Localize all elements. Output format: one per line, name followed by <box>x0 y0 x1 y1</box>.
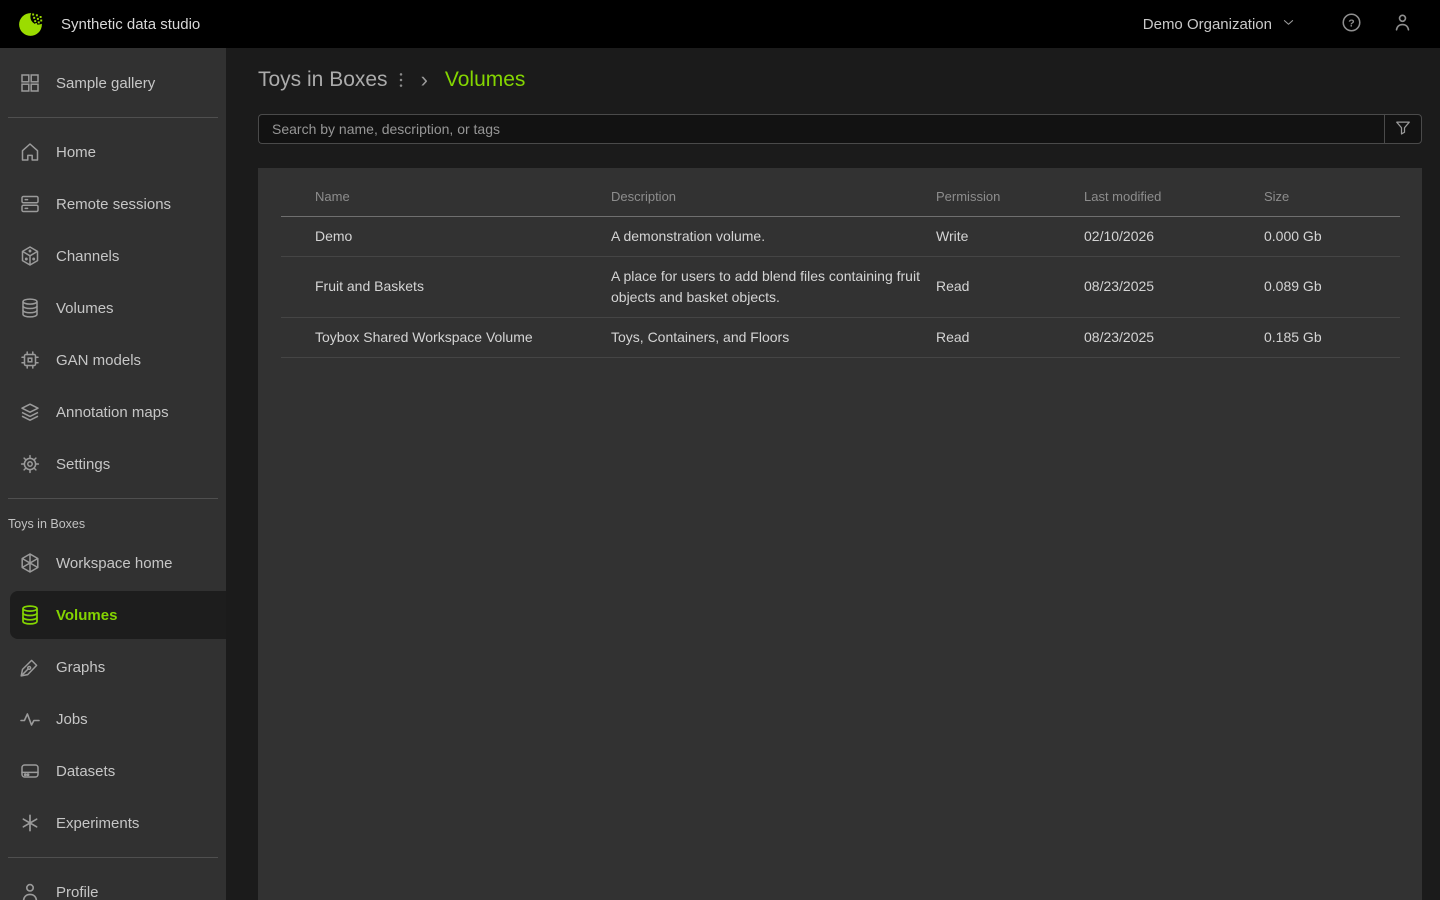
sidebar-item-label: Channels <box>56 248 119 265</box>
cell-permission: Read <box>936 317 1084 357</box>
funnel-icon <box>1393 118 1413 141</box>
sidebar-item-label: Datasets <box>56 763 115 780</box>
breadcrumb-current: Volumes <box>445 68 526 92</box>
cell-last-modified: 02/10/2026 <box>1084 216 1264 256</box>
organization-switcher[interactable]: Demo Organization <box>1143 15 1296 34</box>
organization-name: Demo Organization <box>1143 16 1272 33</box>
sidebar-item-label: Sample gallery <box>56 75 155 92</box>
sidebar-item-label: Home <box>56 144 96 161</box>
table-row[interactable]: Demo A demonstration volume. Write 02/10… <box>281 216 1400 256</box>
sidebar-item-annotation-maps[interactable]: Annotation maps <box>0 386 226 438</box>
sidebar-item-sample-gallery[interactable]: Sample gallery <box>0 57 226 109</box>
column-header-last-modified: Last modified <box>1084 178 1264 216</box>
sidebar-item-label: Workspace home <box>56 555 172 572</box>
sidebar-footer: Profile <box>0 849 226 900</box>
cell-description: A place for users to add blend files con… <box>611 256 936 317</box>
sidebar-item-label: Remote sessions <box>56 196 171 213</box>
home-icon <box>18 140 42 164</box>
sidebar-item-label: Settings <box>56 456 110 473</box>
breadcrumb: Toys in Boxes › Volumes <box>258 67 1422 93</box>
brand-pixel-moon-icon[interactable] <box>16 10 45 39</box>
table-header-row: Name Description Permission Last modifie… <box>281 178 1400 216</box>
sidebar-item-remote-sessions[interactable]: Remote sessions <box>0 178 226 230</box>
cell-size: 0.000 Gb <box>1264 216 1400 256</box>
sidebar-item-home[interactable]: Home <box>0 126 226 178</box>
app-title: Synthetic data studio <box>61 16 200 33</box>
column-header-name: Name <box>281 178 611 216</box>
cell-name: Fruit and Baskets <box>281 256 611 317</box>
cell-size: 0.089 Gb <box>1264 256 1400 317</box>
sidebar-item-graphs[interactable]: Graphs <box>0 641 226 693</box>
database-icon <box>18 603 42 627</box>
database-icon <box>18 296 42 320</box>
sidebar: Sample gallery Home Remote sessions Chan… <box>0 48 226 900</box>
search-bar <box>258 114 1422 144</box>
cell-last-modified: 08/23/2025 <box>1084 317 1264 357</box>
svg-text:?: ? <box>1348 17 1354 29</box>
cell-description: A demonstration volume. <box>611 216 936 256</box>
volumes-table-panel: Name Description Permission Last modifie… <box>258 168 1422 900</box>
sidebar-item-volumes-global[interactable]: Volumes <box>0 282 226 334</box>
volumes-table: Name Description Permission Last modifie… <box>281 178 1400 358</box>
workspace-cube-icon <box>18 551 42 575</box>
main-content: Toys in Boxes › Volumes Name Description… <box>226 48 1440 900</box>
sidebar-divider <box>8 857 218 858</box>
table-row[interactable]: Fruit and Baskets A place for users to a… <box>281 256 1400 317</box>
filter-button[interactable] <box>1384 114 1422 144</box>
workspace-section-label: Toys in Boxes <box>0 507 226 537</box>
sidebar-item-settings[interactable]: Settings <box>0 438 226 490</box>
column-header-permission: Permission <box>936 178 1084 216</box>
pen-nib-icon <box>18 655 42 679</box>
cell-description: Toys, Containers, and Floors <box>611 317 936 357</box>
sidebar-item-label: GAN models <box>56 352 141 369</box>
sidebar-item-workspace-home[interactable]: Workspace home <box>0 537 226 589</box>
sidebar-item-label: Jobs <box>56 711 88 728</box>
breadcrumb-separator: › <box>421 67 428 93</box>
help-circle-icon: ? <box>1340 11 1363 37</box>
cell-permission: Read <box>936 256 1084 317</box>
sidebar-item-label: Volumes <box>56 607 117 624</box>
sidebar-item-label: Annotation maps <box>56 404 169 421</box>
gear-icon <box>18 452 42 476</box>
sidebar-item-label: Graphs <box>56 659 105 676</box>
sidebar-divider <box>8 117 218 118</box>
chevron-down-icon <box>1281 15 1296 34</box>
sidebar-item-volumes-workspace[interactable]: Volumes <box>10 591 226 639</box>
sidebar-item-gan-models[interactable]: GAN models <box>0 334 226 386</box>
user-icon <box>18 880 42 900</box>
cube-icon <box>18 244 42 268</box>
sidebar-item-datasets[interactable]: Datasets <box>0 745 226 797</box>
sidebar-item-channels[interactable]: Channels <box>0 230 226 282</box>
layers-icon <box>18 400 42 424</box>
cell-last-modified: 08/23/2025 <box>1084 256 1264 317</box>
sidebar-item-profile[interactable]: Profile <box>0 866 226 900</box>
column-header-description: Description <box>611 178 936 216</box>
sidebar-item-label: Volumes <box>56 300 114 317</box>
grid-icon <box>18 71 42 95</box>
sidebar-divider <box>8 498 218 499</box>
asterisk-icon <box>18 811 42 835</box>
cell-size: 0.185 Gb <box>1264 317 1400 357</box>
sidebar-item-experiments[interactable]: Experiments <box>0 797 226 849</box>
sidebar-item-jobs[interactable]: Jobs <box>0 693 226 745</box>
help-button[interactable]: ? <box>1340 11 1363 37</box>
cell-permission: Write <box>936 216 1084 256</box>
breadcrumb-workspace[interactable]: Toys in Boxes <box>258 68 388 92</box>
cell-name: Demo <box>281 216 611 256</box>
user-icon <box>1391 11 1414 37</box>
search-input[interactable] <box>258 114 1384 144</box>
sidebar-item-label: Profile <box>56 884 99 900</box>
table-row[interactable]: Toybox Shared Workspace Volume Toys, Con… <box>281 317 1400 357</box>
server-icon <box>18 192 42 216</box>
drive-icon <box>18 759 42 783</box>
topbar: Synthetic data studio Demo Organization … <box>0 0 1440 48</box>
kebab-menu-icon[interactable] <box>398 71 404 89</box>
activity-icon <box>18 707 42 731</box>
cell-name: Toybox Shared Workspace Volume <box>281 317 611 357</box>
sidebar-item-label: Experiments <box>56 815 139 832</box>
chip-icon <box>18 348 42 372</box>
column-header-size: Size <box>1264 178 1400 216</box>
account-button[interactable] <box>1391 11 1414 37</box>
